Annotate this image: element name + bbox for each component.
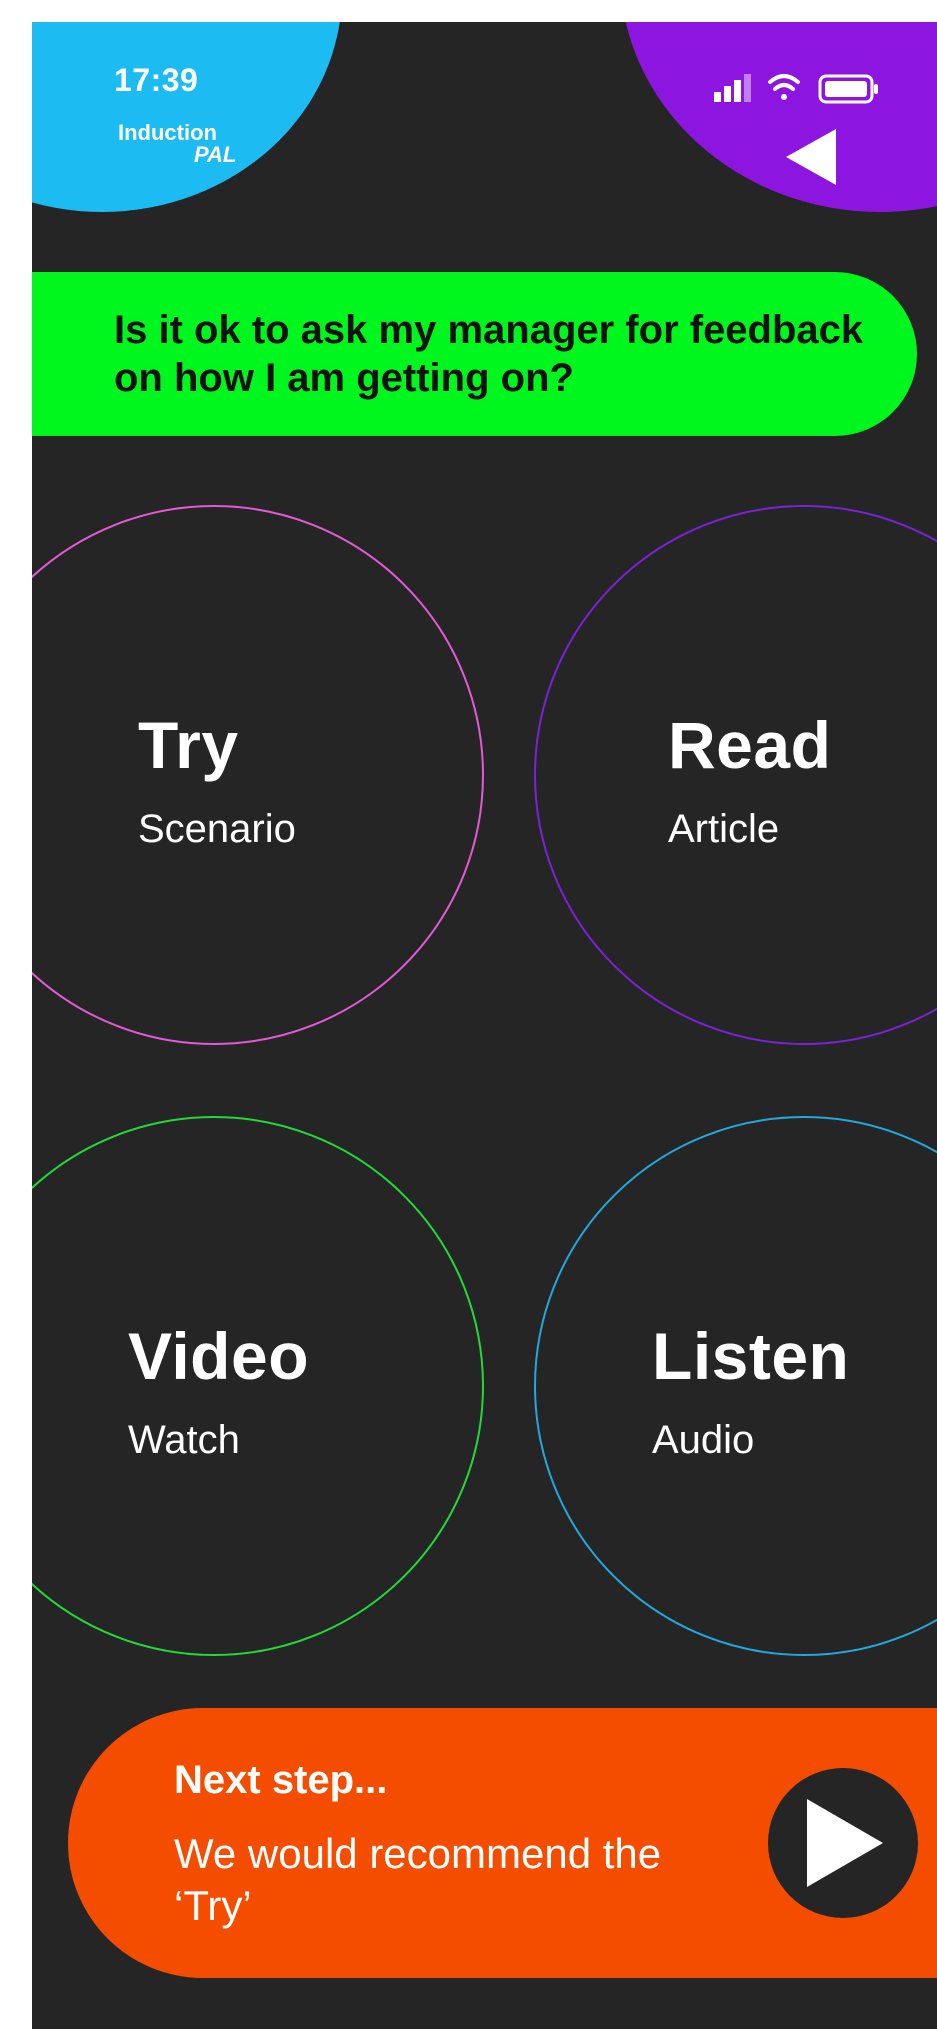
question-banner: Is it ok to ask my manager for feedback … <box>32 272 917 436</box>
option-title-read: Read <box>668 708 832 782</box>
logo-line-2: PAL <box>194 142 237 167</box>
back-button[interactable] <box>772 117 852 197</box>
option-subtitle-article: Article <box>668 807 780 851</box>
wifi-icon <box>768 74 800 100</box>
option-title-video: Video <box>128 1319 310 1393</box>
back-triangle-icon <box>786 129 836 185</box>
logo-line-1: Induction <box>118 120 217 145</box>
play-icon <box>807 1799 883 1887</box>
signal-icon <box>714 74 751 102</box>
next-step-card[interactable]: Next step... We would recommend the ‘Try… <box>68 1708 937 1978</box>
option-title-listen: Listen <box>652 1319 850 1393</box>
status-icons <box>714 74 878 104</box>
next-step-body: We would recommend the ‘Try’ <box>174 1830 662 1929</box>
try-scenario-option[interactable]: Try Scenario <box>32 505 484 1045</box>
app-screen: 17:39 Induction PAL Is it ok to ask my m… <box>32 22 937 2029</box>
option-title-try: Try <box>138 708 239 782</box>
next-step-title: Next step... <box>174 1758 388 1802</box>
listen-audio-option[interactable]: Listen Audio <box>534 1116 937 1656</box>
option-subtitle-scenario: Scenario <box>138 807 296 851</box>
option-subtitle-audio: Audio <box>652 1418 755 1462</box>
option-subtitle-watch: Watch <box>128 1418 240 1462</box>
header-blob-left <box>32 22 342 212</box>
battery-icon <box>818 74 878 104</box>
status-time: 17:39 <box>114 62 199 98</box>
read-article-option[interactable]: Read Article <box>534 505 937 1045</box>
play-button[interactable] <box>768 1768 918 1918</box>
video-watch-option[interactable]: Video Watch <box>32 1116 484 1656</box>
question-text: Is it ok to ask my manager for feedback … <box>114 308 864 400</box>
induction-pal-logo: Induction PAL <box>118 122 236 166</box>
